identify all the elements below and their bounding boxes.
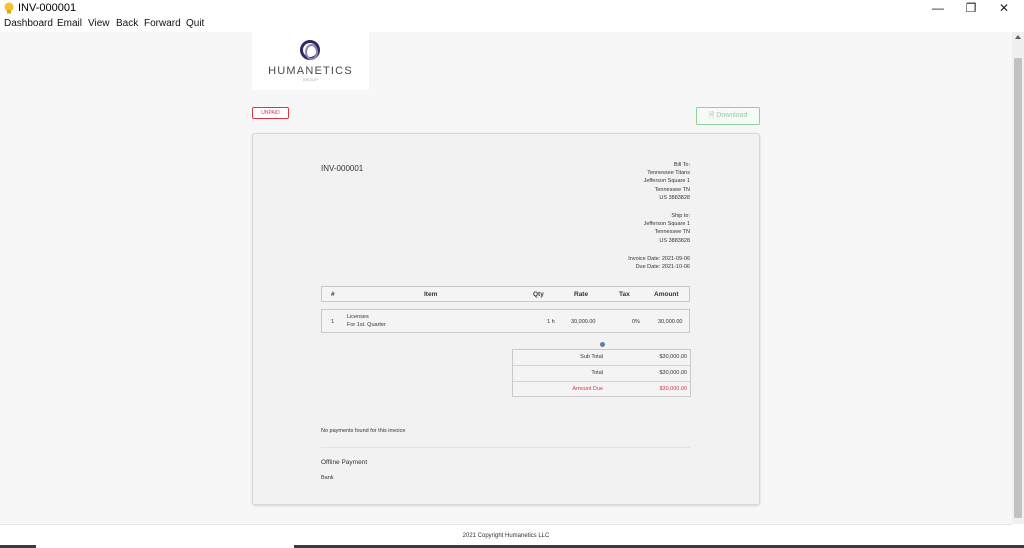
ship-to-label: Ship to:	[671, 213, 690, 219]
dates-block: Invoice Date: 2021-09-06 Due Date: 2021-…	[628, 255, 690, 271]
bill-to-line: US 3883828	[659, 194, 690, 201]
bill-to-label: Bill To:	[673, 162, 690, 168]
due-date: Due Date: 2021-10-06	[635, 264, 690, 271]
row-tax: 0%	[632, 319, 640, 325]
scroll-thumb[interactable]	[1014, 58, 1022, 518]
bill-to-line: Jefferson Square 1	[643, 178, 690, 185]
offline-payment-heading: Offline Payment	[321, 459, 368, 466]
logo-mark-icon	[300, 40, 320, 60]
vertical-scrollbar[interactable]	[1012, 32, 1024, 524]
menu-bar: Dashboard Email View Back Forward Quit	[0, 17, 1024, 32]
row-desc: For 1st. Quarter	[347, 322, 386, 328]
col-amount: Amount	[654, 291, 679, 298]
ship-to-line: US 3883828	[659, 237, 690, 244]
ship-to-line: Tennessee TN	[654, 229, 690, 236]
info-dot-icon	[600, 342, 605, 347]
menu-dashboard[interactable]: Dashboard	[4, 18, 53, 29]
minimize-button[interactable]: —	[921, 0, 955, 17]
bill-to-line: Tennessee TN	[654, 186, 690, 193]
no-payments-text: No payments found for this invoice	[321, 428, 406, 434]
amount-due-value: $30,000.00	[659, 386, 687, 392]
row-qty: 1 h	[547, 319, 555, 325]
amount-due-label: Amount Due	[572, 386, 603, 392]
scroll-up-icon[interactable]	[1015, 35, 1021, 39]
invoice-number: INV-000001	[321, 164, 364, 173]
amount-due-row: Amount Due $30,000.00	[513, 382, 690, 398]
totals-table: Sub Total $30,000.00 Total $30,000.00 Am…	[512, 349, 691, 397]
menu-email[interactable]: Email	[57, 18, 82, 29]
col-qty: Qty	[533, 291, 544, 298]
subtotal-value: $30,000.00	[659, 354, 687, 360]
status-badge: UNPAID	[252, 107, 289, 119]
divider	[321, 447, 690, 448]
bill-to-line: Tennessee Titans	[647, 170, 690, 177]
close-button[interactable]: ✕	[987, 0, 1021, 17]
logo-sub: GROUP	[302, 78, 319, 82]
bill-to-block: Bill To: Tennessee Titans Jefferson Squa…	[644, 161, 690, 202]
ship-to-block: Ship to: Jefferson Square 1 Tennessee TN…	[644, 212, 690, 245]
table-header: # Item Qty Rate Tax Amount	[321, 286, 690, 302]
menu-view[interactable]: View	[88, 18, 110, 29]
total-label: Total	[591, 370, 603, 376]
window-title: INV-000001	[18, 2, 77, 14]
download-button[interactable]: 🗎 Download	[696, 107, 760, 125]
menu-quit[interactable]: Quit	[186, 18, 204, 29]
copyright-text: 2021 Copyright Humanetics LLC	[462, 533, 550, 539]
offline-payment-method: Bank	[321, 475, 334, 481]
table-row: 1 Licenses For 1st. Quarter 1 h 30,000.0…	[321, 309, 690, 333]
col-num: #	[331, 291, 335, 298]
menu-forward[interactable]: Forward	[144, 18, 181, 29]
total-row: Total $30,000.00	[513, 366, 690, 382]
subtotal-row: Sub Total $30,000.00	[513, 350, 690, 366]
invoice-date: Invoice Date: 2021-09-06	[628, 256, 690, 262]
ship-to-line: Jefferson Square 1	[643, 221, 690, 228]
restore-button[interactable]: ❐	[954, 0, 988, 17]
subtotal-label: Sub Total	[580, 354, 603, 360]
menu-back[interactable]: Back	[116, 18, 138, 29]
col-tax: Tax	[619, 291, 630, 298]
content-area: HUMANETICS GROUP UNPAID 🗎 Download INV-0…	[0, 32, 1012, 524]
company-logo: HUMANETICS GROUP	[252, 32, 369, 90]
title-bar: INV-000001 — ❐ ✕	[0, 0, 1024, 17]
col-rate: Rate	[574, 291, 589, 298]
row-num: 1	[331, 319, 335, 325]
row-rate: 30,000.00	[571, 319, 596, 325]
invoice-card: INV-000001 Bill To: Tennessee Titans Jef…	[252, 133, 760, 505]
row-amount: 30,000.00	[658, 319, 683, 325]
row-item: Licenses	[347, 314, 369, 320]
col-item: Item	[424, 291, 438, 298]
total-value: $30,000.00	[659, 370, 687, 376]
app-icon	[4, 2, 14, 14]
logo-name: HUMANETICS	[268, 65, 353, 77]
